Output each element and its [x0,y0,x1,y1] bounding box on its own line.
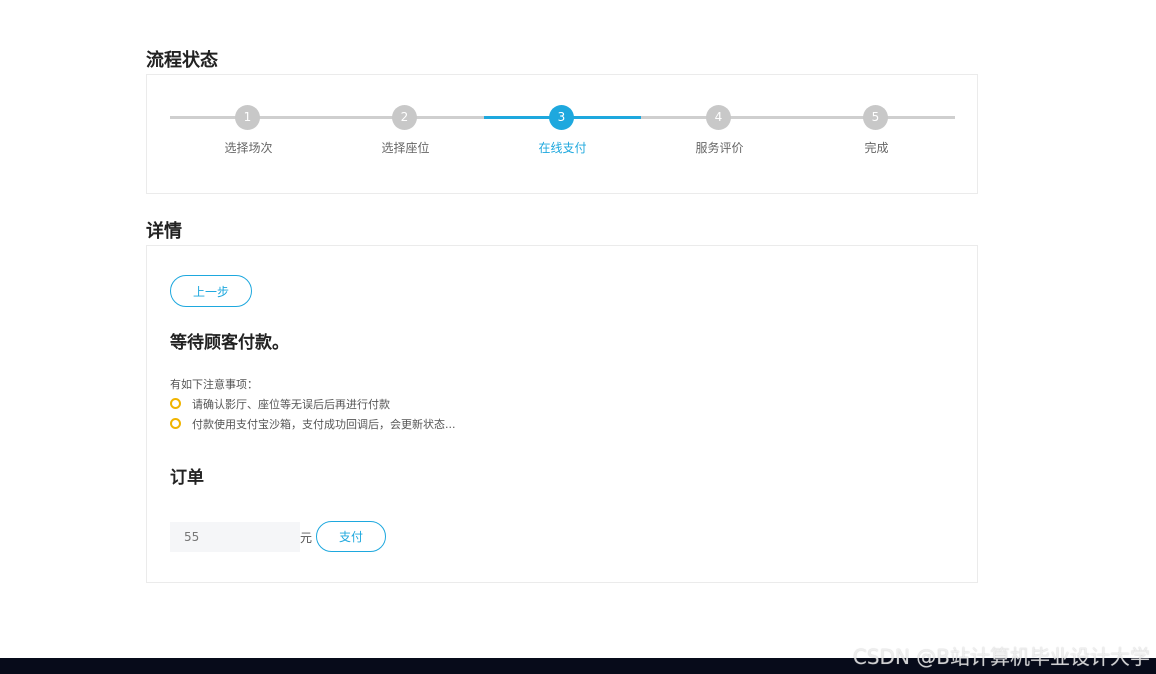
step-label-1: 选择场次 [224,141,273,155]
note-text: 请确认影厅、座位等无误后后再进行付款 [192,398,390,411]
step-number-2: 2 [392,105,417,130]
watermark: CSDN @B站计算机毕业设计大学 [852,645,1150,669]
step-2: 2 选择座位 [327,104,484,164]
note-bullet-icon [170,398,181,409]
pay-button[interactable]: 支付 [316,521,386,552]
process-steps: 1 选择场次 2 选择座位 3 在线支付 4 服务评价 5 完成 [170,104,956,164]
details-title: 详情 [146,221,182,242]
step-number-3: 3 [549,105,574,130]
step-label-5: 完成 [864,141,889,155]
waiting-payment-heading: 等待顾客付款。 [170,333,289,353]
step-label-2: 选择座位 [381,141,430,155]
notes-intro: 有如下注意事项： [170,378,258,391]
step-label-4: 服务评价 [695,141,744,155]
step-4: 4 服务评价 [641,104,798,164]
step-number-5: 5 [863,105,888,130]
step-5: 5 完成 [798,104,955,164]
note-bullet-icon [170,418,181,429]
step-label-3: 在线支付 [538,141,587,155]
order-heading: 订单 [170,468,204,488]
process-status-title: 流程状态 [146,50,218,71]
note-text: 付款使用支付宝沙箱，支付成功回调后，会更新状态... [192,418,456,431]
step-1: 1 选择场次 [170,104,327,164]
step-number-1: 1 [235,105,260,130]
step-number-4: 4 [706,105,731,130]
amount-unit: 元 [300,531,313,545]
step-3: 3 在线支付 [484,104,641,164]
amount-input[interactable] [170,522,300,552]
prev-step-button[interactable]: 上一步 [170,275,252,307]
